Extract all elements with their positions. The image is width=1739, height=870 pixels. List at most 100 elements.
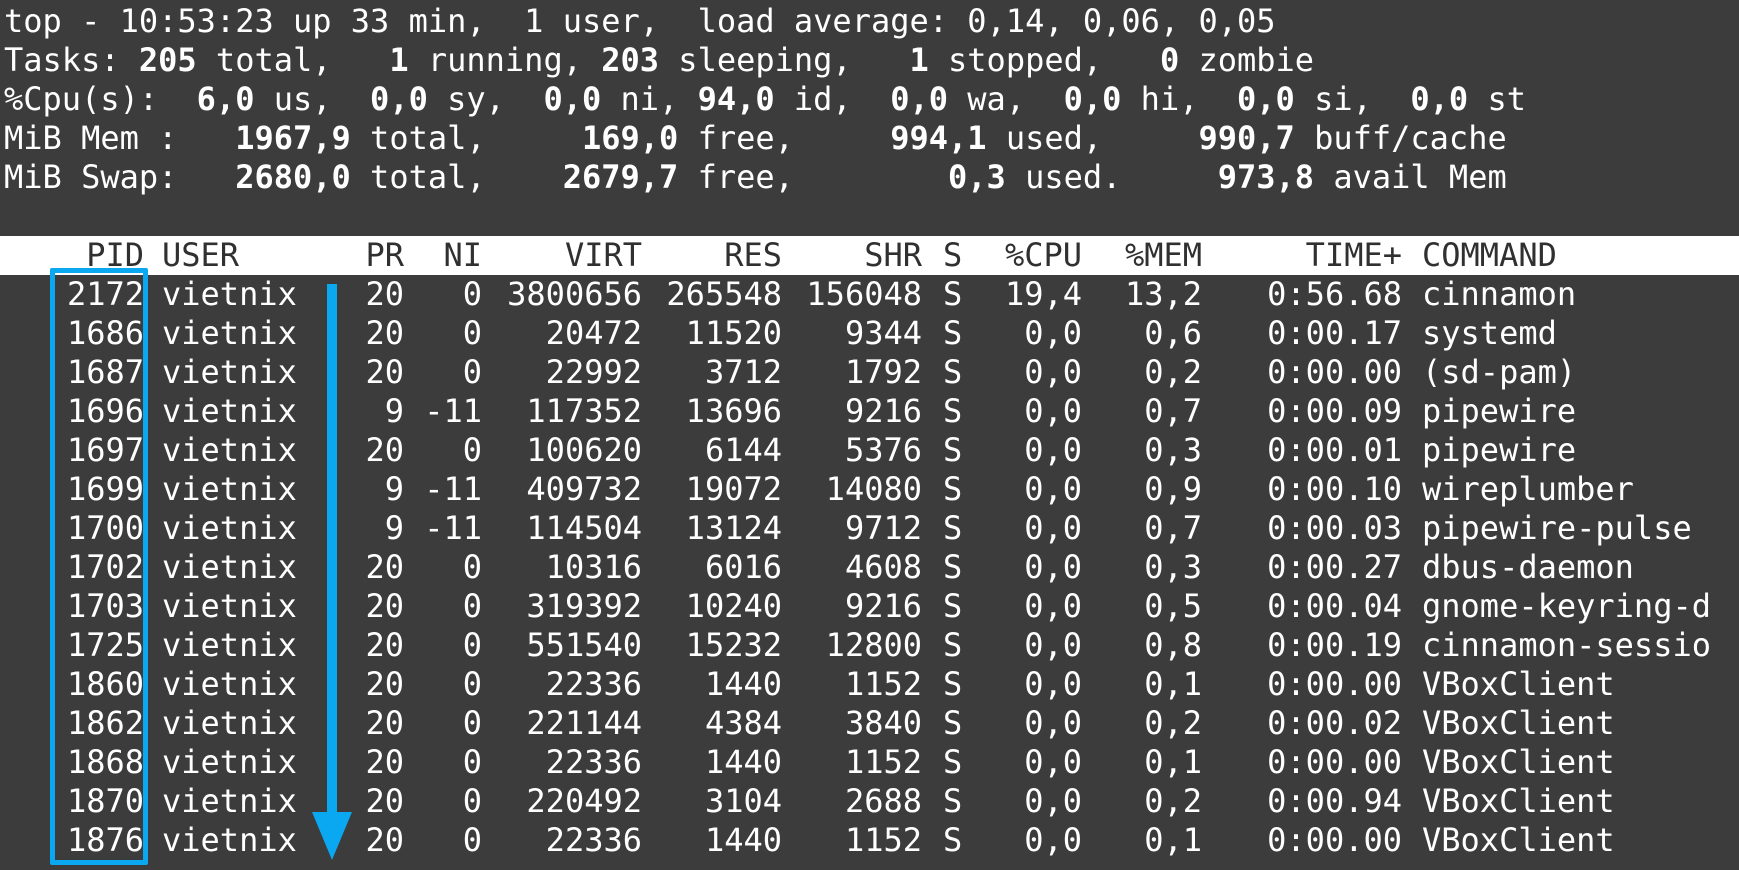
- cell-cpu: 0,0: [1024, 314, 1082, 352]
- cell-virt: 22336: [545, 821, 642, 859]
- cell-mem: 0,3: [1144, 431, 1202, 469]
- cell-res: 1440: [704, 821, 782, 859]
- summary-value: 0,0: [1063, 80, 1122, 118]
- cell-state: S: [943, 314, 963, 352]
- summary-value: 1: [909, 41, 929, 79]
- col-time[interactable]: TIME+: [1220, 236, 1402, 275]
- cell-pr: 9: [384, 470, 404, 508]
- cell-time: 0:00.00: [1267, 821, 1402, 859]
- cell-user: vietnix: [162, 392, 297, 430]
- cell-state: S: [943, 392, 963, 430]
- cell-cpu: 0,0: [1024, 704, 1082, 742]
- cell-shr: 14080: [825, 470, 922, 508]
- cell-ni: 0: [462, 587, 482, 625]
- table-row[interactable]: 1876 vietnix 20 0 22336 1440 1152 S 0,0 0,1 0:00.0…: [0, 821, 1739, 860]
- cell-command: VBoxClient: [1422, 821, 1615, 859]
- cell-shr: 9216: [844, 587, 922, 625]
- summary-label: running,: [408, 41, 602, 79]
- cell-cpu: 0,0: [1024, 665, 1082, 703]
- table-row[interactable]: 1860 vietnix 20 0 22336 1440 1152 S 0,0 0,1 0:00.0…: [0, 665, 1739, 704]
- cell-ni: 0: [462, 743, 482, 781]
- summary-label: si,: [1294, 80, 1411, 118]
- summary-label: buff/cache: [1294, 119, 1507, 157]
- cell-shr: 1152: [844, 821, 922, 859]
- summary-value: 0,0: [890, 80, 949, 118]
- table-row[interactable]: 1696 vietnix 9 -11 117352 13696 9216 S 0,0 0,7 0:0…: [0, 392, 1739, 431]
- table-row[interactable]: 1870 vietnix 20 0 220492 3104 2688 S 0,0 0,2 0:00.…: [0, 782, 1739, 821]
- column-header-bar: PID USER PR NI VIRT RES SHR S %CPU %MEM …: [0, 236, 1739, 275]
- cell-command: pipewire: [1422, 392, 1577, 430]
- table-row[interactable]: 1725 vietnix 20 0 551540 15232 12800 S 0,0 0,8 0:0…: [0, 626, 1739, 665]
- table-row[interactable]: 1686 vietnix 20 0 20472 11520 9344 S 0,0 0,6 0:00.…: [0, 314, 1739, 353]
- cell-time: 0:00.10: [1267, 470, 1402, 508]
- cell-pr: 20: [365, 548, 404, 586]
- cell-ni: 0: [462, 665, 482, 703]
- col-user[interactable]: USER: [162, 236, 312, 275]
- cell-time: 0:00.01: [1267, 431, 1402, 469]
- cell-command: VBoxClient: [1422, 743, 1615, 781]
- col-cpu[interactable]: %CPU: [990, 236, 1082, 275]
- col-mem[interactable]: %MEM: [1100, 236, 1202, 275]
- table-row[interactable]: 1868 vietnix 20 0 22336 1440 1152 S 0,0 0,1 0:00.0…: [0, 743, 1739, 782]
- cell-cpu: 0,0: [1024, 587, 1082, 625]
- cell-shr: 3840: [844, 704, 922, 742]
- summary-label: us,: [254, 80, 371, 118]
- cell-ni: 0: [462, 626, 482, 664]
- cell-state: S: [943, 821, 963, 859]
- cell-user: vietnix: [162, 548, 297, 586]
- col-res[interactable]: RES: [650, 236, 782, 275]
- cell-res: 265548: [666, 275, 782, 313]
- col-state[interactable]: S: [943, 236, 973, 275]
- summary-label: sy,: [427, 80, 544, 118]
- col-virt[interactable]: VIRT: [490, 236, 642, 275]
- table-row[interactable]: 1703 vietnix 20 0 319392 10240 9216 S 0,0 0,5 0:00…: [0, 587, 1739, 626]
- cell-ni: 0: [462, 431, 482, 469]
- cell-virt: 319392: [526, 587, 642, 625]
- cell-mem: 0,1: [1144, 743, 1202, 781]
- pid-highlight-box: [50, 268, 148, 865]
- cell-state: S: [943, 626, 963, 664]
- table-row[interactable]: 2172 vietnix 20 0 3800656 265548 156048 S 19,4 13…: [0, 275, 1739, 314]
- col-ni[interactable]: NI: [410, 236, 482, 275]
- cell-shr: 1152: [844, 743, 922, 781]
- cell-mem: 0,3: [1144, 548, 1202, 586]
- cell-shr: 9344: [844, 314, 922, 352]
- cell-cpu: 0,0: [1024, 821, 1082, 859]
- col-command[interactable]: COMMAND: [1422, 236, 1739, 275]
- summary-value: 1967,9: [235, 119, 351, 157]
- cell-cpu: 0,0: [1024, 626, 1082, 664]
- summary-value: 1: [389, 41, 409, 79]
- cell-res: 3104: [704, 782, 782, 820]
- summary-label: total,: [350, 158, 563, 196]
- cell-shr: 2688: [844, 782, 922, 820]
- cell-virt: 22336: [545, 743, 642, 781]
- table-row[interactable]: 1687 vietnix 20 0 22992 3712 1792 S 0,0 0,2 0:00.0…: [0, 353, 1739, 392]
- cell-mem: 13,2: [1124, 275, 1202, 313]
- summary-label: used,: [986, 119, 1199, 157]
- cell-pr: 20: [365, 665, 404, 703]
- summary-value: 0,3: [948, 158, 1006, 196]
- table-row[interactable]: 1697 vietnix 20 0 100620 6144 5376 S 0,0 0,3 0:00.…: [0, 431, 1739, 470]
- col-shr[interactable]: SHR: [790, 236, 922, 275]
- cell-ni: 0: [462, 782, 482, 820]
- cell-pr: 20: [365, 275, 404, 313]
- cell-ni: 0: [462, 704, 482, 742]
- summary-label: used.: [1005, 158, 1218, 196]
- col-pr[interactable]: PR: [340, 236, 404, 275]
- table-row[interactable]: 1862 vietnix 20 0 221144 4384 3840 S 0,0 0,2 0:00.…: [0, 704, 1739, 743]
- cell-ni: -11: [424, 509, 482, 547]
- cell-command: dbus-daemon: [1422, 548, 1634, 586]
- cell-cpu: 0,0: [1024, 431, 1082, 469]
- table-row[interactable]: 1699 vietnix 9 -11 409732 19072 14080 S 0,0 0,9 0:…: [0, 470, 1739, 509]
- cell-command: cinnamon: [1422, 275, 1577, 313]
- table-row[interactable]: 1702 vietnix 20 0 10316 6016 4608 S 0,0 0,3 0:00.2…: [0, 548, 1739, 587]
- table-row[interactable]: 1700 vietnix 9 -11 114504 13124 9712 S 0,0 0,7 0:0…: [0, 509, 1739, 548]
- cell-res: 6016: [704, 548, 782, 586]
- cell-time: 0:56.68: [1267, 275, 1402, 313]
- summary-load-line: top - 10:53:23 up 33 min, 1 user, load a…: [4, 2, 1276, 40]
- cell-shr: 9712: [844, 509, 922, 547]
- cell-pr: 20: [365, 587, 404, 625]
- cell-mem: 0,6: [1144, 314, 1202, 352]
- cell-command: VBoxClient: [1422, 782, 1615, 820]
- summary-mem-line: MiB Mem : 1967,9 total, 169,0 free, 994,…: [4, 119, 1507, 158]
